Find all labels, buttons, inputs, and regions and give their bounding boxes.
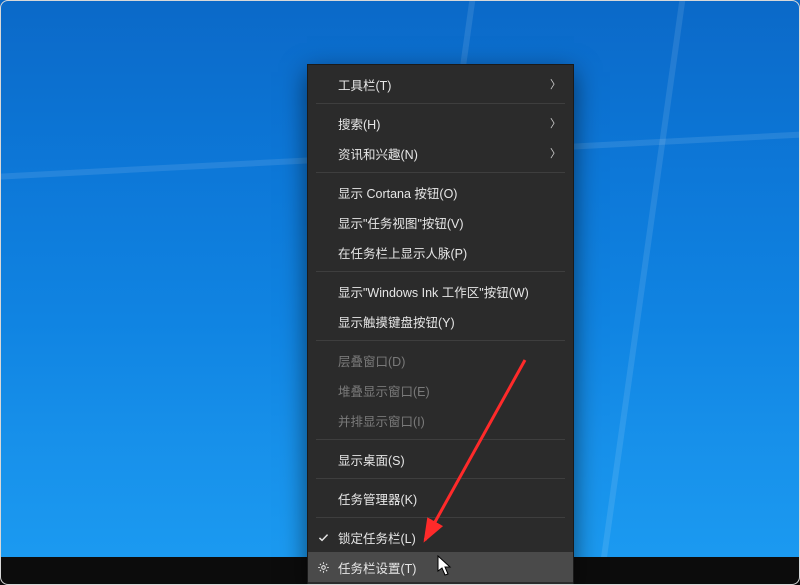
menu-item-cascade: 层叠窗口(D): [308, 345, 573, 375]
menu-item-label: 工具栏(T): [338, 75, 550, 94]
menu-item-label: 显示 Cortana 按钮(O): [338, 183, 561, 202]
chevron-right-icon: 〉: [550, 76, 561, 92]
menu-item-cortana[interactable]: 显示 Cortana 按钮(O): [308, 177, 573, 207]
menu-item-lockbar[interactable]: 锁定任务栏(L): [308, 522, 573, 552]
menu-item-label: 显示"Windows Ink 工作区"按钮(W): [338, 282, 561, 301]
menu-item-label: 并排显示窗口(I): [338, 411, 561, 430]
check-icon: [316, 530, 330, 544]
menu-item-ink[interactable]: 显示"Windows Ink 工作区"按钮(W): [308, 276, 573, 306]
taskbar-context-menu: 工具栏(T)〉搜索(H)〉资讯和兴趣(N)〉显示 Cortana 按钮(O)显示…: [307, 64, 574, 585]
wallpaper-beam: [595, 0, 691, 585]
menu-item-label: 任务栏设置(T): [338, 558, 561, 577]
menu-item-people[interactable]: 在任务栏上显示人脉(P): [308, 237, 573, 267]
chevron-right-icon: 〉: [550, 145, 561, 161]
menu-item-stacked: 堆叠显示窗口(E): [308, 375, 573, 405]
menu-item-label: 显示桌面(S): [338, 450, 561, 469]
menu-separator: [316, 271, 565, 272]
menu-item-taskmgr[interactable]: 任务管理器(K): [308, 483, 573, 513]
menu-item-label: 任务管理器(K): [338, 489, 561, 508]
menu-item-toolbars[interactable]: 工具栏(T)〉: [308, 69, 573, 99]
menu-item-label: 锁定任务栏(L): [338, 528, 561, 547]
menu-item-label: 层叠窗口(D): [338, 351, 561, 370]
menu-item-label: 搜索(H): [338, 114, 550, 133]
menu-separator: [316, 517, 565, 518]
menu-item-search[interactable]: 搜索(H)〉: [308, 108, 573, 138]
menu-separator: [316, 439, 565, 440]
menu-item-news[interactable]: 资讯和兴趣(N)〉: [308, 138, 573, 168]
menu-item-label: 显示"任务视图"按钮(V): [338, 213, 561, 232]
menu-separator: [316, 172, 565, 173]
menu-separator: [316, 103, 565, 104]
menu-item-touchkbd[interactable]: 显示触摸键盘按钮(Y): [308, 306, 573, 336]
menu-item-label: 显示触摸键盘按钮(Y): [338, 312, 561, 331]
menu-item-taskview[interactable]: 显示"任务视图"按钮(V): [308, 207, 573, 237]
chevron-right-icon: 〉: [550, 115, 561, 131]
menu-item-showdesktop[interactable]: 显示桌面(S): [308, 444, 573, 474]
menu-item-tb-settings[interactable]: 任务栏设置(T): [308, 552, 573, 582]
menu-item-label: 资讯和兴趣(N): [338, 144, 550, 163]
menu-separator: [316, 478, 565, 479]
gear-icon: [316, 560, 330, 574]
menu-separator: [316, 340, 565, 341]
menu-item-label: 在任务栏上显示人脉(P): [338, 243, 561, 262]
menu-item-sidebyside: 并排显示窗口(I): [308, 405, 573, 435]
menu-item-label: 堆叠显示窗口(E): [338, 381, 561, 400]
